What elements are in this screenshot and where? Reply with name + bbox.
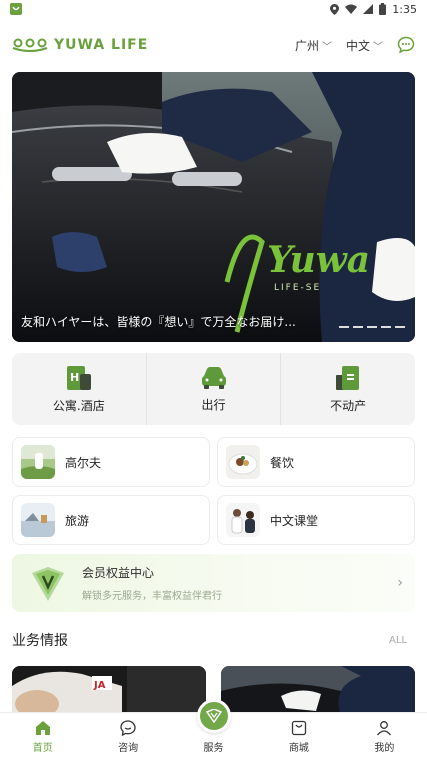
member-subtitle: 解锁多元服务，丰富权益伴君行 [82,591,222,602]
battery-icon [379,3,387,15]
nav-label: 咨询 [118,743,139,754]
profile-icon [377,721,392,736]
banner-brand-text: Yuwa [267,239,370,281]
nav-label: 我的 [374,743,395,754]
location-icon [330,3,340,15]
chinese-class-thumb [226,503,260,537]
status-time: 1:35 [392,2,417,16]
service-label: 餐饮 [270,455,295,470]
service-tourism[interactable]: 旅游 [12,495,210,545]
yuwa-logo-icon [12,38,48,52]
category-real-estate[interactable]: 不动产 [281,353,415,425]
chat-icon [120,720,136,736]
building-icon [336,365,360,390]
status-right: 1:35 [330,3,417,16]
travel-thumb [21,503,55,537]
home-icon [35,721,50,735]
bottom-navigation: 首页 咨询 服务 商城 我的 [0,699,427,760]
nav-shop[interactable]: 商城 [256,713,341,760]
category-label: 不动产 [330,398,367,413]
nav-label: 服务 [203,743,224,754]
category-hotel[interactable]: H 公寓.酒店 [12,353,147,425]
header-controls: 广州 ﹀ 中文 ﹀ [295,36,415,54]
carousel-dot[interactable] [395,326,405,328]
carousel-dot[interactable] [381,326,391,328]
nav-home[interactable]: 首页 [0,713,85,760]
category-bar: H 公寓.酒店 出行 不动产 [12,353,415,425]
member-title: 会员权益中心 [82,566,155,580]
carousel-indicator[interactable] [339,326,405,328]
news-section-header: 业务情报 ALL [12,630,415,650]
chevron-down-icon: ﹀ [373,41,383,53]
nav-label: 首页 [32,743,53,754]
shop-icon [291,720,307,736]
status-bar: 1:35 [0,0,427,18]
service-label: 旅游 [65,513,90,528]
language-label: 中文 [345,38,370,53]
carousel-dot[interactable] [339,326,349,328]
service-dining[interactable]: 餐饮 [217,437,415,487]
hotel-icon: H [66,365,91,390]
service-label: 中文课堂 [270,513,319,528]
service-label: 高尔夫 [65,455,102,470]
app-logo: YUWA LIFE [12,37,148,53]
view-all-link[interactable]: ALL [389,635,407,646]
logo-text: YUWA LIFE [54,37,149,53]
message-icon[interactable] [397,36,415,54]
language-selector[interactable]: 中文 ﹀ [346,37,383,54]
app-header: YUWA LIFE 广州 ﹀ 中文 ﹀ [0,28,427,62]
category-label: 出行 [201,397,226,412]
city-label: 广州 [294,38,319,53]
service-golf[interactable]: 高尔夫 [12,437,210,487]
app-notification-icon [10,3,22,15]
svg-text:H: H [70,371,79,384]
golf-thumb [21,445,55,479]
banner-image: Yuwa LIFE-SE [12,72,415,342]
category-label: 公寓.酒店 [52,398,105,413]
svg-text:JA: JA [93,680,106,691]
chevron-right-icon: › [397,575,403,591]
banner-brand-sub: LIFE-SE [274,283,321,293]
nav-profile[interactable]: 我的 [342,713,427,760]
news-card-image: JA [12,666,206,716]
service-center-button[interactable] [196,699,231,733]
member-text: 会员权益中心 解锁多元服务，丰富权益伴君行 [82,564,222,602]
service-icon [205,709,222,723]
signal-icon [363,4,374,14]
member-badge-icon [32,567,64,601]
service-chinese-class[interactable]: 中文课堂 [217,495,415,545]
wifi-icon [345,4,358,14]
city-selector[interactable]: 广州 ﹀ [295,37,332,54]
hero-banner[interactable]: Yuwa LIFE-SE 友和ハイヤーは、皆様の『想い』で万全なお届け... [12,72,415,342]
news-card[interactable] [221,666,415,716]
car-icon [201,366,226,389]
nav-consult[interactable]: 咨询 [85,713,170,760]
member-center-card[interactable]: 会员权益中心 解锁多元服务，丰富权益伴君行 › [12,554,415,612]
section-title: 业务情报 [12,633,68,649]
status-left [10,3,22,15]
carousel-dot[interactable] [353,326,363,328]
news-card[interactable]: JA [12,666,206,716]
category-travel[interactable]: 出行 [147,353,282,425]
banner-caption: 友和ハイヤーは、皆様の『想い』で万全なお届け... [21,315,296,329]
dining-thumb [226,445,260,479]
nav-service[interactable]: 服务 [171,699,256,760]
carousel-dot[interactable] [367,326,377,328]
news-card-image [221,666,415,716]
chevron-down-icon: ﹀ [321,41,332,53]
nav-label: 商城 [288,743,309,754]
